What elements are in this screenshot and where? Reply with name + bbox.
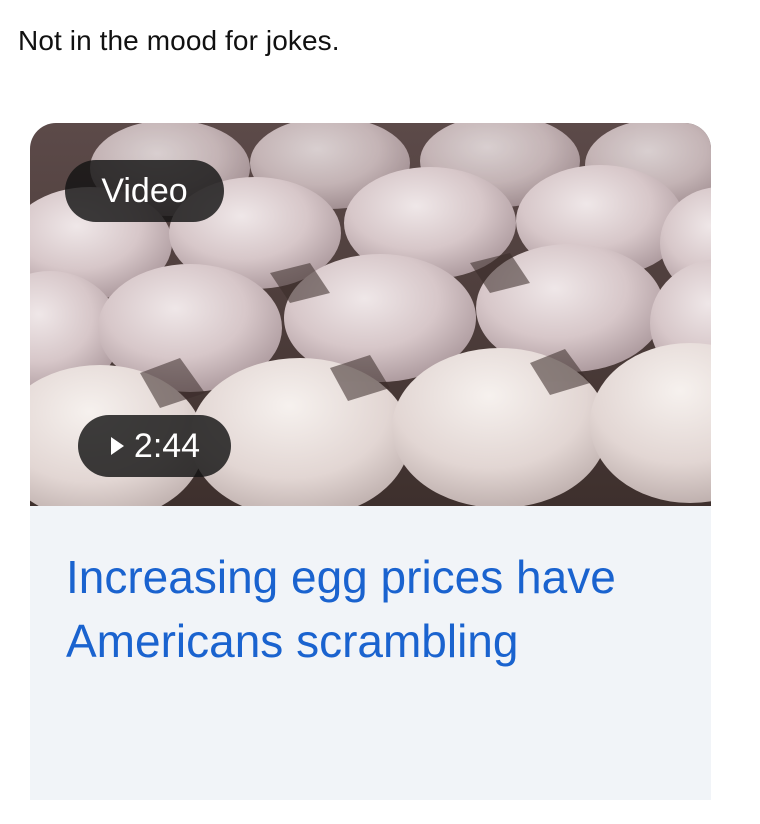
news-video-card[interactable]: Video 2:44 Increasing egg prices have Am… <box>30 123 711 800</box>
duration-badge[interactable]: 2:44 <box>78 415 231 477</box>
video-badge-label: Video <box>101 171 188 210</box>
video-badge: Video <box>65 160 224 222</box>
card-headline[interactable]: Increasing egg prices have Americans scr… <box>66 545 686 673</box>
post-caption: Not in the mood for jokes. <box>18 25 340 56</box>
duration-label: 2:44 <box>133 426 201 465</box>
play-icon <box>110 437 124 455</box>
